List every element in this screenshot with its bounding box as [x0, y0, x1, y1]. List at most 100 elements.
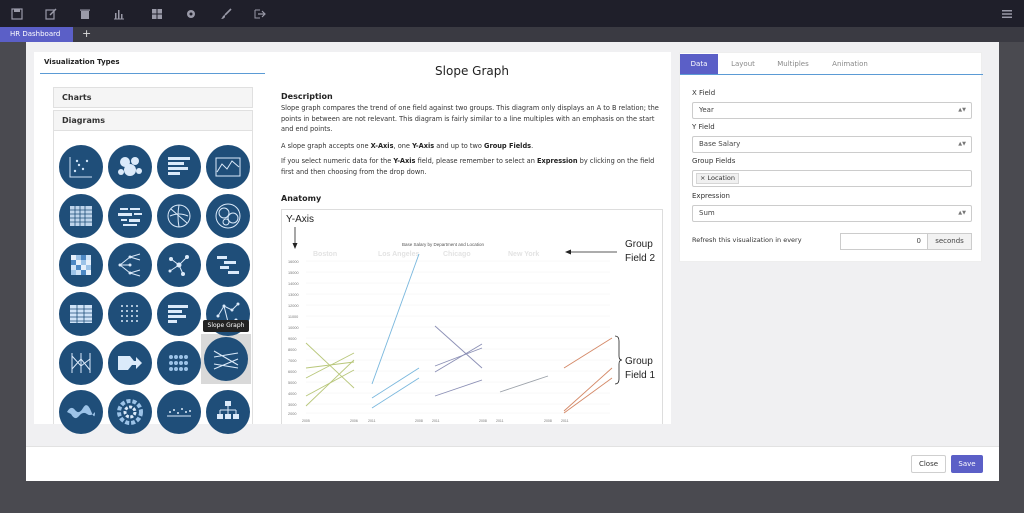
- expression-label: Expression: [692, 192, 730, 200]
- network-graph-icon[interactable]: [157, 243, 201, 287]
- svg-text:13000: 13000: [288, 293, 299, 297]
- data-table-icon[interactable]: [59, 292, 103, 336]
- anatomy-heading: Anatomy: [281, 194, 322, 203]
- top-toolbar: [0, 0, 1024, 27]
- svg-text:10000: 10000: [288, 326, 299, 330]
- page-title: Slope Graph: [435, 64, 509, 78]
- description-paragraph-2: A slope graph accepts one X-Axis, one Y-…: [281, 142, 534, 150]
- column-los-angeles: Los Angeles: [378, 251, 419, 258]
- svg-text:Field 1: Field 1: [625, 370, 655, 381]
- slope-graph-tooltip: Slope Graph: [203, 320, 249, 332]
- parallel-coordinates-icon[interactable]: [59, 341, 103, 385]
- tab-layout[interactable]: Layout: [722, 54, 764, 74]
- tab-multiples[interactable]: Multiples: [768, 54, 818, 74]
- table-grid-icon[interactable]: [59, 194, 103, 238]
- svg-text:2008: 2008: [544, 419, 552, 423]
- waffle-dots-icon[interactable]: [157, 341, 201, 385]
- scatter-diagram-icon[interactable]: [59, 145, 103, 189]
- x-field-select[interactable]: Year ▲▼: [692, 102, 972, 119]
- dot-plot-icon[interactable]: [157, 390, 201, 434]
- group-fields-input[interactable]: × Location: [692, 170, 972, 187]
- org-chart-icon[interactable]: [206, 390, 250, 434]
- svg-text:2006: 2006: [350, 419, 358, 423]
- add-tab-button[interactable]: +: [82, 28, 91, 40]
- accordion-charts[interactable]: Charts: [53, 87, 253, 108]
- group-field-1-label: Group: [625, 356, 653, 367]
- description-paragraph-1: Slope graph compares the trend of one fi…: [281, 104, 659, 133]
- anatomy-diagram: Y-Axis Base Salary by Department and Loc…: [286, 214, 655, 423]
- save-button[interactable]: Save: [951, 455, 983, 473]
- pack-circles-icon[interactable]: [206, 194, 250, 238]
- dot-matrix-icon[interactable]: [108, 292, 152, 336]
- svg-text:4000: 4000: [288, 392, 296, 396]
- anatomy-chart-title: Base Salary by Department and Location: [402, 242, 485, 247]
- panel-title: Visualization Types: [44, 58, 120, 66]
- anatomy-image: Y-Axis Base Salary by Department and Loc…: [281, 209, 663, 424]
- column-boston: Boston: [313, 251, 337, 258]
- tab-animation[interactable]: Animation: [824, 54, 876, 74]
- group-fields-label: Group Fields: [692, 157, 736, 165]
- slope-graph-icon[interactable]: [204, 337, 248, 381]
- menu-icon[interactable]: [990, 0, 1024, 27]
- svg-text:2000: 2000: [288, 412, 296, 416]
- anatomy-yaxis-label: Y-Axis: [286, 214, 314, 225]
- tree-diagram-icon[interactable]: [108, 243, 152, 287]
- column-chicago: Chicago: [443, 251, 471, 258]
- svg-text:9000: 9000: [288, 337, 296, 341]
- tabs-underline: [680, 74, 983, 75]
- accordion-diagrams[interactable]: Diagrams: [53, 110, 253, 131]
- svg-text:2011: 2011: [368, 419, 376, 423]
- brush-icon[interactable]: [209, 0, 243, 27]
- svg-text:2008: 2008: [479, 419, 487, 423]
- heatmap-icon[interactable]: [59, 243, 103, 287]
- location-chip[interactable]: × Location: [696, 173, 740, 184]
- sankey-icon[interactable]: [108, 341, 152, 385]
- svg-text:16000: 16000: [288, 260, 299, 264]
- bar-chart-icon[interactable]: [102, 0, 136, 27]
- tab-bar: [0, 27, 1024, 42]
- svg-text:2011: 2011: [496, 419, 504, 423]
- svg-text:12000: 12000: [288, 304, 299, 308]
- trash-icon[interactable]: [68, 0, 102, 27]
- svg-text:2005: 2005: [302, 419, 310, 423]
- svg-text:7000: 7000: [288, 359, 296, 363]
- refresh-unit-addon: seconds: [927, 233, 972, 250]
- svg-text:Field 2: Field 2: [625, 253, 655, 264]
- modal-footer: [26, 446, 999, 481]
- svg-text:11000: 11000: [288, 315, 298, 319]
- horizontal-bars-icon[interactable]: [157, 145, 201, 189]
- settings-panel: Data Layout Multiples Animation X Field …: [679, 52, 983, 262]
- refresh-interval-input[interactable]: 0: [840, 233, 928, 250]
- gear-icon[interactable]: [174, 0, 208, 27]
- bar-list-icon[interactable]: [157, 292, 201, 336]
- y-field-label: Y Field: [692, 123, 715, 131]
- expression-select[interactable]: Sum ▲▼: [692, 205, 972, 222]
- stream-graph-icon[interactable]: [59, 390, 103, 434]
- dashboard-icon[interactable]: [140, 0, 174, 27]
- svg-text:8000: 8000: [288, 348, 296, 352]
- chevron-down-icon: ▲▼: [958, 210, 966, 216]
- chevron-down-icon: ▲▼: [958, 107, 966, 113]
- tab-data[interactable]: Data: [680, 54, 718, 74]
- tab-hr-dashboard[interactable]: HR Dashboard: [0, 27, 73, 42]
- y-field-select[interactable]: Base Salary ▲▼: [692, 136, 972, 153]
- export-icon[interactable]: [243, 0, 277, 27]
- chevron-down-icon: ▲▼: [958, 141, 966, 147]
- word-cloud-icon[interactable]: [108, 194, 152, 238]
- x-field-label: X Field: [692, 89, 716, 97]
- sunburst-icon[interactable]: [108, 390, 152, 434]
- bubble-cluster-icon[interactable]: [108, 145, 152, 189]
- radial-lines-icon[interactable]: [157, 194, 201, 238]
- close-button[interactable]: Close: [911, 455, 946, 473]
- description-paragraph-3: If you select numeric data for the Y-Axi…: [281, 157, 655, 176]
- svg-text:2011: 2011: [561, 419, 569, 423]
- svg-text:6000: 6000: [288, 370, 296, 374]
- save-icon[interactable]: [0, 0, 34, 27]
- line-chart-icon[interactable]: [206, 145, 250, 189]
- svg-text:14000: 14000: [288, 282, 299, 286]
- description-panel: Slope Graph Description Slope graph comp…: [273, 52, 671, 424]
- svg-text:2008: 2008: [415, 419, 423, 423]
- gantt-icon[interactable]: [206, 243, 250, 287]
- refresh-label: Refresh this visualization in every: [692, 236, 802, 244]
- edit-icon[interactable]: [34, 0, 68, 27]
